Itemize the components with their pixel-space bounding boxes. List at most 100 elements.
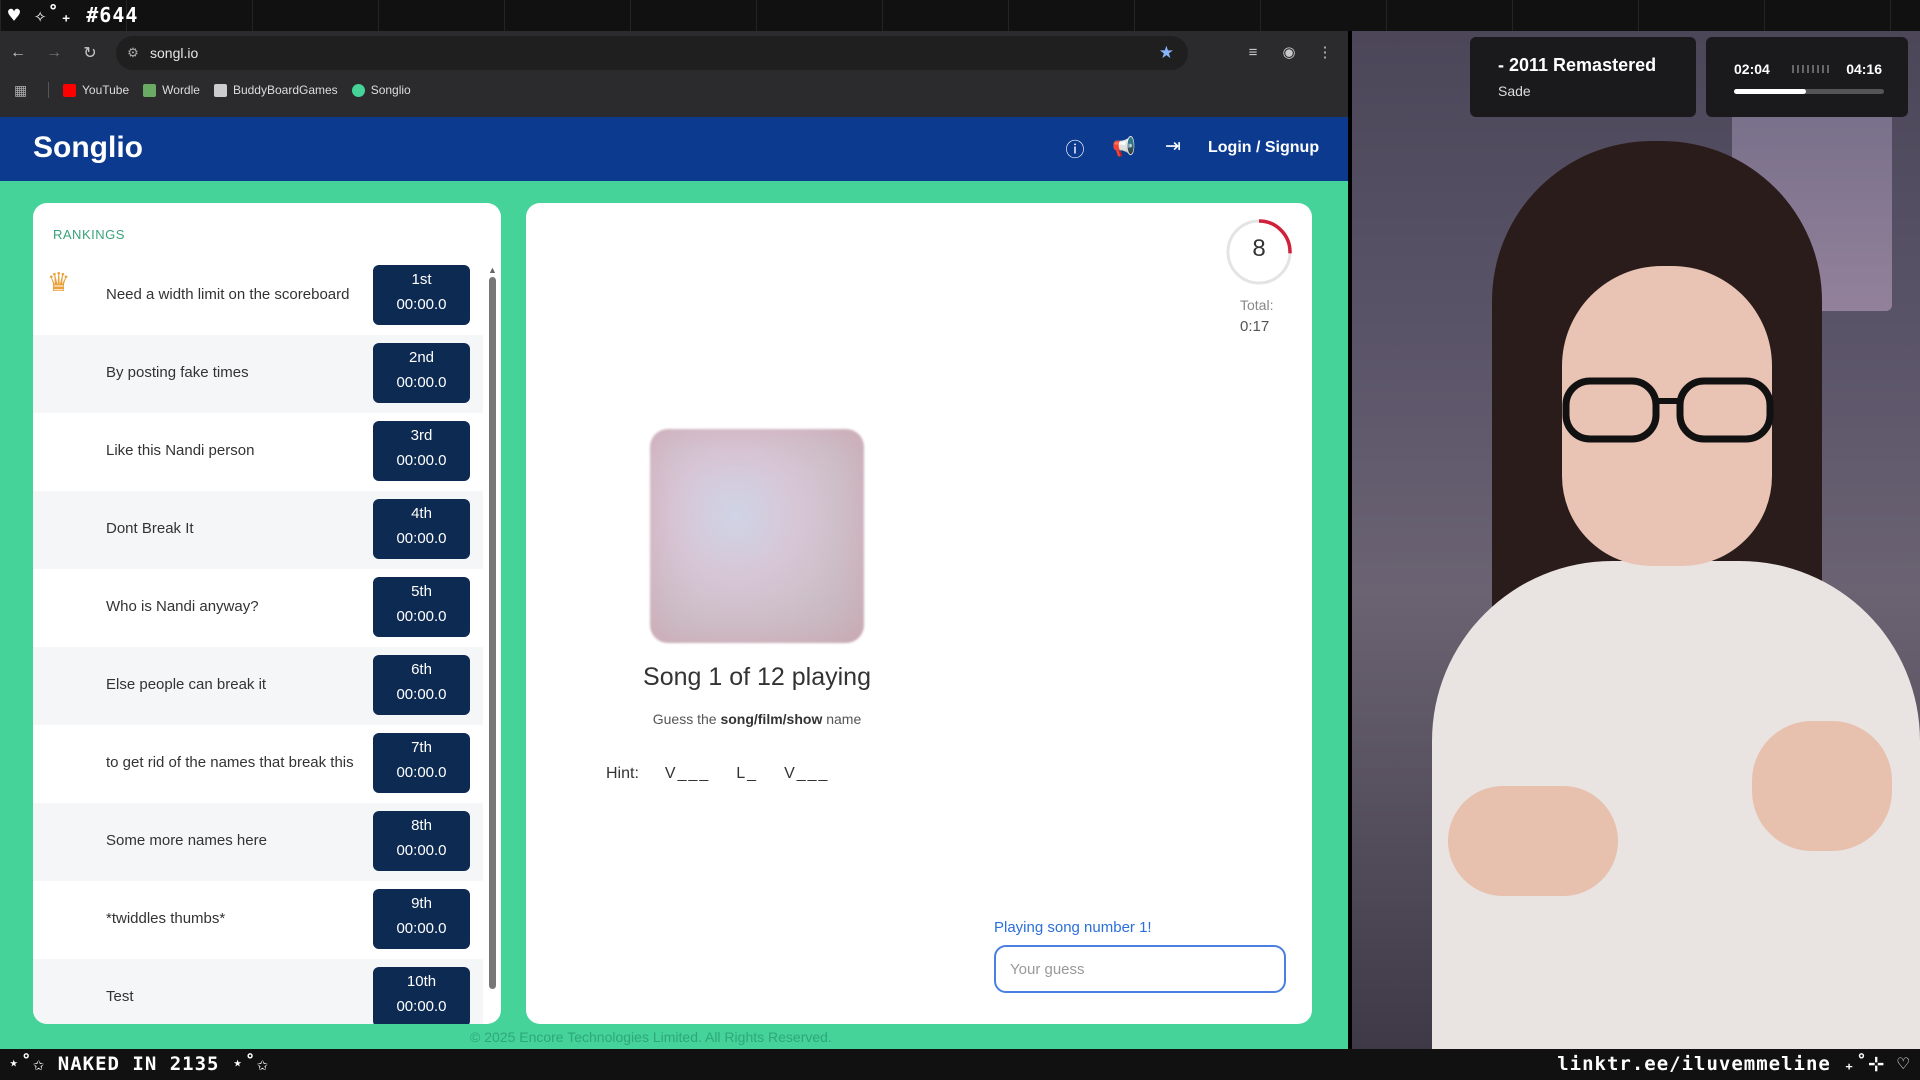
footer-copyright: © 2025 Encore Technologies Limited. All … [470, 1029, 832, 1045]
playing-message: Playing song number 1! [994, 919, 1152, 936]
help-icon[interactable]: ⓘ [1062, 135, 1088, 161]
apps-grid-icon[interactable]: ▦ [14, 82, 34, 99]
track-title: - 2011 Remastered [1498, 55, 1657, 75]
rank-time: 00:00.0 [396, 530, 447, 547]
rankings-list[interactable]: ♛ Need a width limit on the scoreboard 1… [33, 257, 483, 1024]
rank-badge: 1st 00:00.0 [373, 265, 470, 325]
rank-badge: 5th 00:00.0 [373, 577, 470, 637]
rankings-title: RANKINGS [53, 227, 125, 242]
logout-icon[interactable]: ⇥ [1160, 135, 1186, 161]
bookmark-songlio[interactable]: Songlio [351, 83, 411, 97]
guess-input[interactable] [994, 945, 1286, 993]
hint-word: V___ [664, 765, 711, 782]
player-name: *twiddles thumbs* [106, 910, 226, 927]
bookmark-star-icon[interactable]: ★ [1159, 43, 1174, 63]
overlay-ticker-left: ⋆˚✩ NAKED IN 2135 ⋆˚✩ [8, 1053, 270, 1075]
site-info-icon[interactable]: ⚙ [116, 45, 150, 61]
countdown-timer: 8 [1252, 235, 1266, 262]
ranking-row: to get rid of the names that break this … [33, 725, 483, 803]
rankings-panel: RANKINGS ♛ Need a width limit on the sco… [33, 203, 501, 1024]
player-name: Else people can break it [106, 676, 267, 693]
rank-badge: 7th 00:00.0 [373, 733, 470, 793]
player-name: Some more names here [106, 832, 267, 849]
waveform-icon [1792, 65, 1832, 73]
player-name: Like this Nandi person [106, 442, 255, 459]
rank-time: 00:00.0 [396, 842, 447, 859]
media-controls-icon[interactable]: ≡ [1240, 39, 1266, 65]
bookmark-label: Songlio [370, 83, 411, 97]
scrollbar-thumb[interactable] [489, 277, 496, 989]
bookmark-label: YouTube [82, 83, 130, 97]
rank-place: 10th [406, 973, 437, 990]
ranking-row: Dont Break It 4th 00:00.0 [33, 491, 483, 569]
track-progress-fill [1734, 89, 1806, 94]
browser-extensions: ≡ ◉ ⋮ [1240, 39, 1338, 65]
prompt-bold: song/film/show [720, 711, 823, 727]
login-signup-link[interactable]: Login / Signup [1208, 139, 1319, 157]
streamer-hand-right [1752, 721, 1892, 851]
player-name: Need a width limit on the scoreboard [106, 286, 350, 303]
back-icon[interactable]: ← [0, 35, 36, 71]
rank-time: 00:00.0 [396, 998, 447, 1015]
app-header: Songlio ⓘ 📢 ⇥ Login / Signup [0, 117, 1348, 181]
bookmark-wordle[interactable]: Wordle [143, 83, 200, 97]
rank-place: 1st [411, 271, 432, 288]
bookmarks-divider [48, 82, 49, 98]
ranking-row: ♛ Need a width limit on the scoreboard 1… [33, 257, 483, 335]
total-time: 0:17 [1240, 318, 1270, 335]
song-status: Song 1 of 12 playing [643, 663, 871, 691]
prompt-prefix: Guess the [652, 711, 721, 727]
bookmark-label: BuddyBoardGames [232, 83, 338, 97]
profile-icon[interactable]: ◉ [1276, 39, 1302, 65]
streamer-hand-left [1448, 786, 1618, 896]
ranking-row: Test 10th 00:00.0 [33, 959, 483, 1024]
rank-time: 00:00.0 [396, 374, 447, 391]
address-bar[interactable]: ⚙ songl.io ★ [116, 36, 1188, 70]
rank-place: 6th [411, 661, 432, 678]
rank-place: 5th [411, 583, 432, 600]
hint-label: Hint: [606, 765, 639, 782]
track-artist: Sade [1498, 83, 1531, 99]
stream-overlay-top: ♥ ✧˚₊ #644 [0, 0, 1920, 31]
game-panel: 8 Total: 0:17 Song 1 of 12 playing Guess… [526, 203, 1312, 1024]
rank-place: 7th [411, 739, 432, 756]
blurred-album-art [650, 429, 864, 643]
track-elapsed: 02:04 [1734, 61, 1770, 77]
hint-word: V___ [784, 765, 830, 782]
rank-time: 00:00.0 [396, 452, 447, 469]
announcement-icon[interactable]: 📢 [1111, 135, 1137, 161]
webcam-feed [1352, 31, 1920, 1049]
rank-badge: 6th 00:00.0 [373, 655, 470, 715]
glasses-graphic [1562, 377, 1774, 443]
player-name: Who is Nandi anyway? [106, 598, 259, 615]
rank-time: 00:00.0 [396, 764, 447, 781]
bookmark-buddyboardgames[interactable]: BuddyBoardGames [213, 83, 338, 97]
songlio-icon [351, 83, 365, 97]
menu-kebab-icon[interactable]: ⋮ [1312, 39, 1338, 65]
rank-badge: 10th 00:00.0 [373, 967, 470, 1024]
track-progress-bar [1734, 89, 1884, 94]
rank-time: 00:00.0 [396, 686, 447, 703]
reload-icon[interactable]: ↻ [72, 35, 108, 71]
bookmark-youtube[interactable]: YouTube [63, 83, 129, 97]
overlay-link: linktr.ee/iluvemmeline ₊˚⊹ ♡ [1557, 1053, 1910, 1075]
guess-prompt: Guess the song/film/show name [526, 711, 988, 727]
rank-badge: 4th 00:00.0 [373, 499, 470, 559]
ranking-row: Else people can break it 6th 00:00.0 [33, 647, 483, 725]
hint-row: Hint: V___ L_ V___ [606, 765, 829, 783]
player-name: to get rid of the names that break this [106, 754, 354, 771]
rank-place: 4th [411, 505, 432, 522]
forward-icon[interactable]: → [36, 35, 72, 71]
track-progress-widget: 02:04 04:16 [1706, 37, 1908, 117]
scroll-up-icon[interactable]: ▲ [488, 265, 497, 275]
site-logo[interactable]: Songlio [33, 131, 143, 165]
player-name: Dont Break It [106, 520, 194, 537]
bookmarks-bar: ▦ YouTube Wordle BuddyBoardGames Songlio [0, 75, 1348, 105]
track-duration: 04:16 [1846, 61, 1882, 77]
url-text[interactable]: songl.io [150, 45, 198, 61]
ranking-row: *twiddles thumbs* 9th 00:00.0 [33, 881, 483, 959]
buddyboardgames-icon [213, 83, 227, 97]
ranking-row: Who is Nandi anyway? 5th 00:00.0 [33, 569, 483, 647]
rank-time: 00:00.0 [396, 296, 447, 313]
rankings-scrollbar[interactable]: ▲ [488, 265, 497, 1013]
